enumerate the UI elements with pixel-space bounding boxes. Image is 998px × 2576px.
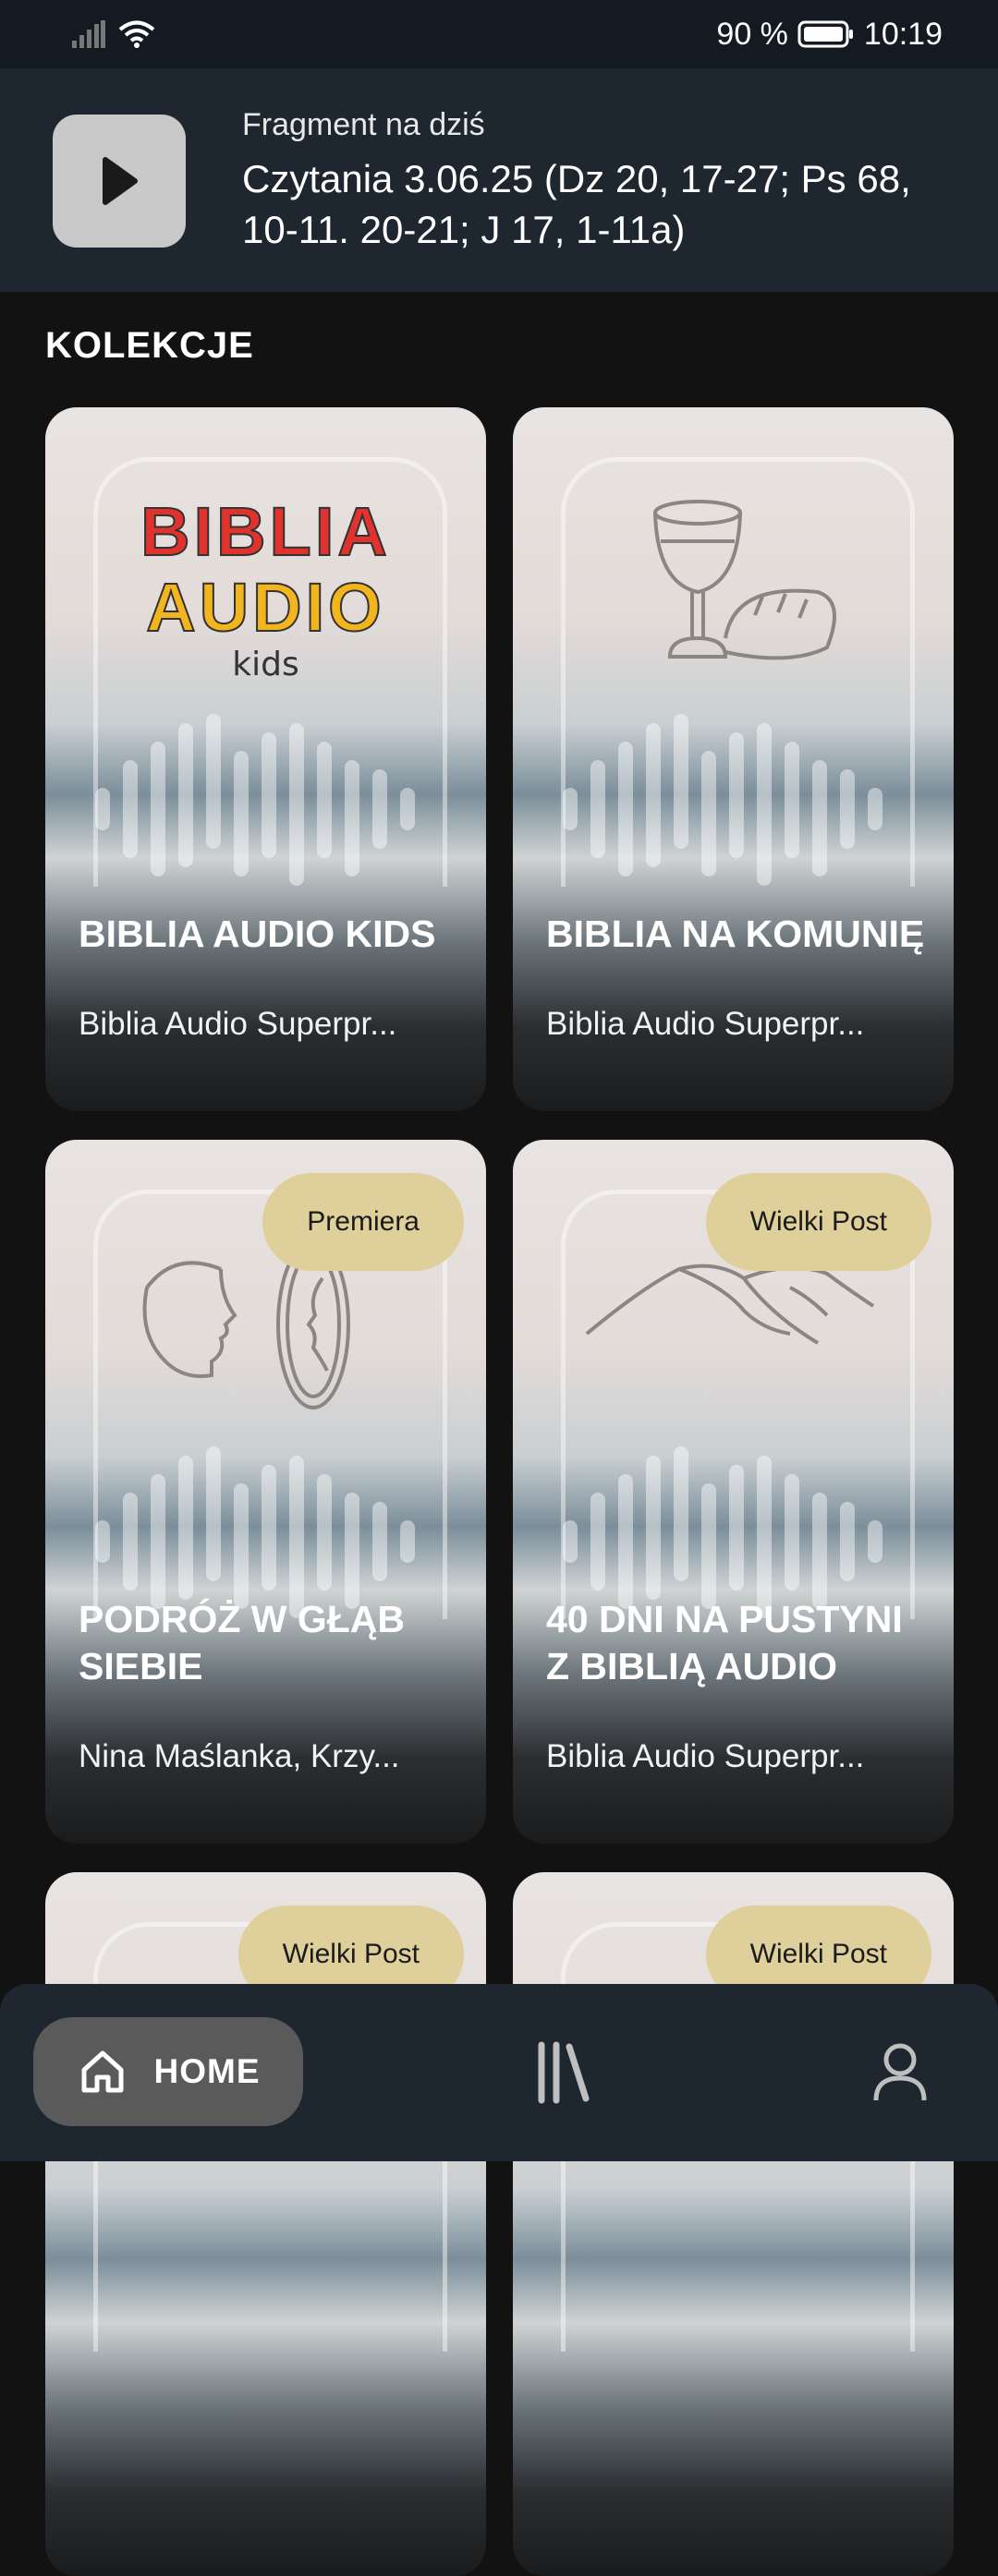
bottom-navigation: HOME — [0, 1984, 998, 2161]
logo-line-2: AUDIO — [145, 569, 385, 647]
play-button[interactable] — [53, 115, 186, 248]
collection-card[interactable]: Premiera PODRÓŻ W GŁĄB SIEBIE Nina Maśla… — [45, 1140, 486, 1844]
collection-card[interactable]: Wielki Post 40 DNI NA PUSTYNI Z BIBLIĄ A… — [513, 1140, 954, 1844]
card-subtitle: Biblia Audio Superpr... — [79, 1006, 397, 1042]
card-subtitle: Nina Maślanka, Krzy... — [79, 1738, 400, 1774]
soundwave-icon — [563, 714, 882, 886]
nav-home-label: HOME — [153, 2052, 261, 2090]
soundwave-icon — [95, 714, 415, 886]
soundwave-icon — [563, 1446, 882, 1618]
clock: 10:19 — [863, 16, 943, 52]
card-title: BIBLIA NA KOMUNIĘ — [546, 913, 925, 955]
library-icon[interactable] — [536, 2041, 591, 2104]
play-icon — [103, 157, 138, 205]
signal-icon — [72, 20, 105, 48]
logo-line-3: kids — [232, 646, 299, 683]
soundwave-icon — [95, 1446, 415, 1618]
collection-card[interactable]: BIBLIA NA KOMUNIĘ Biblia Audio Superpr..… — [513, 407, 954, 1111]
player-title[interactable]: Czytania 3.06.25 (Dz 20, 17-27; Ps 68, 1… — [242, 153, 963, 255]
card-subtitle: Biblia Audio Superpr... — [546, 1006, 865, 1042]
collection-card[interactable]: Wielki Post — [513, 1872, 954, 2576]
battery-percent: 90 % — [716, 16, 788, 52]
chalice-bread-icon — [653, 500, 836, 660]
card-subtitle: Biblia Audio Superpr... — [546, 1738, 865, 1774]
card-title: BIBLIA AUDIO KIDS — [79, 913, 436, 955]
section-title: KOLEKCJE — [45, 325, 254, 366]
card-title: 40 DNI NA PUSTYNI Z BIBLIĄ AUDIO — [546, 1598, 903, 1687]
card-title: PODRÓŻ W GŁĄB SIEBIE — [79, 1598, 406, 1687]
wifi-icon — [118, 20, 155, 48]
daily-fragment-player[interactable]: Fragment na dziś Czytania 3.06.25 (Dz 20… — [0, 68, 998, 292]
battery-icon — [797, 20, 853, 48]
home-icon — [81, 2050, 123, 2093]
lent-badge: Wielki Post — [705, 1173, 931, 1271]
profile-icon[interactable] — [872, 2041, 928, 2102]
logo-line-1: BIBLIA — [140, 493, 391, 571]
player-label: Fragment na dziś — [242, 107, 485, 142]
premiere-badge: Premiera — [262, 1173, 464, 1271]
biblia-audio-kids-logo: BIBLIA AUDIO kids — [45, 493, 486, 684]
collection-card[interactable]: Wielki Post — [45, 1872, 486, 2576]
status-bar: 90 % 10:19 — [0, 0, 998, 68]
collection-card[interactable]: BIBLIA AUDIO kids BIBLIA AUDIO KIDS Bibl… — [45, 407, 486, 1111]
nav-home-button[interactable]: HOME — [33, 2017, 303, 2126]
